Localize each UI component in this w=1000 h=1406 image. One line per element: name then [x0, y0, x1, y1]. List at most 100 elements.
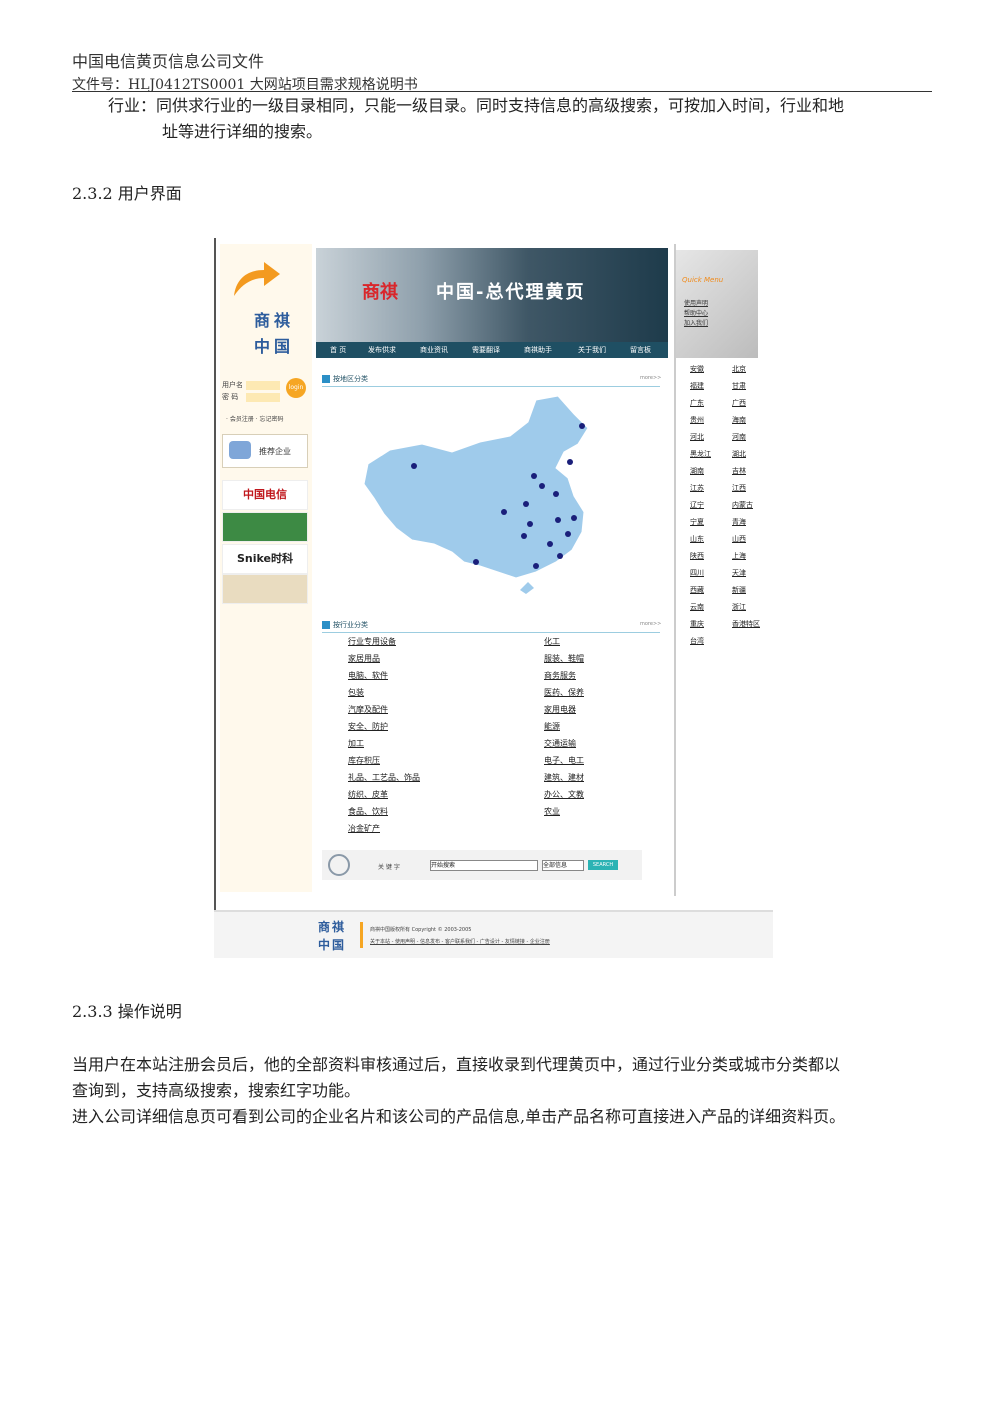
- nav-translation[interactable]: 需要翻译: [472, 345, 500, 355]
- logo-line-1: 商祺: [254, 311, 295, 330]
- sponsor-china-telecom[interactable]: 中国电信: [222, 480, 308, 510]
- province-link[interactable]: 江苏: [690, 483, 704, 493]
- nav-post-supply[interactable]: 发布供求: [368, 345, 396, 355]
- province-link[interactable]: 贵州: [690, 415, 704, 425]
- province-link[interactable]: 山东: [690, 534, 704, 544]
- site-logo[interactable]: 商祺 中国: [254, 308, 294, 360]
- password-input[interactable]: [246, 393, 280, 402]
- industry-link[interactable]: 包装: [348, 687, 364, 698]
- login-links[interactable]: · 会员注册 · 忘记密码: [226, 414, 284, 425]
- china-map[interactable]: [360, 394, 610, 594]
- province-link[interactable]: 宁夏: [690, 517, 704, 527]
- sponsor-emblem-logo[interactable]: [222, 574, 308, 604]
- province-link[interactable]: 浙江: [732, 602, 746, 612]
- province-link[interactable]: 陕西: [690, 551, 704, 561]
- quick-menu-title: Quick Menu: [682, 276, 724, 284]
- province-link[interactable]: 广东: [690, 398, 704, 408]
- search-button[interactable]: SEARCH: [588, 860, 618, 870]
- industry-link[interactable]: 加工: [348, 738, 364, 749]
- province-link[interactable]: 北京: [732, 364, 746, 374]
- industry-link[interactable]: 化工: [544, 636, 560, 647]
- industry-link[interactable]: 商务服务: [544, 670, 576, 681]
- province-link[interactable]: 香港特区: [732, 619, 760, 629]
- province-link[interactable]: 辽宁: [690, 500, 704, 510]
- province-link[interactable]: 西藏: [690, 585, 704, 595]
- industry-more-link[interactable]: more>>: [640, 621, 661, 627]
- province-link[interactable]: 湖南: [690, 466, 704, 476]
- industry-link[interactable]: 农业: [544, 806, 560, 817]
- industry-link[interactable]: 电子、电工: [544, 755, 584, 766]
- industry-link[interactable]: 交通运输: [544, 738, 576, 749]
- industry-link[interactable]: 办公、文教: [544, 789, 584, 800]
- province-link[interactable]: 河南: [732, 432, 746, 442]
- logo-line-2: 中国: [254, 337, 295, 356]
- province-link[interactable]: 吉林: [732, 466, 746, 476]
- province-link[interactable]: 福建: [690, 381, 704, 391]
- footer-logo-line-1: 商祺: [318, 920, 347, 934]
- nav-assistant[interactable]: 商祺助手: [524, 345, 552, 355]
- sponsor-snike[interactable]: Snike时科: [222, 544, 308, 574]
- province-link[interactable]: 海南: [732, 415, 746, 425]
- nav-home[interactable]: 首 页: [330, 345, 346, 355]
- industry-link[interactable]: 行业专用设备: [348, 636, 396, 647]
- industry-link[interactable]: 能源: [544, 721, 560, 732]
- footer-logo[interactable]: 商祺 中国: [318, 918, 346, 954]
- province-link[interactable]: 河北: [690, 432, 704, 442]
- industry-link[interactable]: 服装、鞋帽: [544, 653, 584, 664]
- industry-link[interactable]: 礼品、工艺品、饰品: [348, 772, 420, 783]
- industry-link[interactable]: 医药、保养: [544, 687, 584, 698]
- industry-link[interactable]: 库存积压: [348, 755, 380, 766]
- industry-link[interactable]: 家用电器: [544, 704, 576, 715]
- quick-menu: Quick Menu 使用声明 帮助中心 加入我们: [676, 250, 758, 358]
- province-link[interactable]: 广西: [732, 398, 746, 408]
- region-more-link[interactable]: more>>: [640, 375, 661, 381]
- login-button[interactable]: login: [286, 378, 306, 398]
- industry-link[interactable]: 纺织、皮革: [348, 789, 388, 800]
- industry-link[interactable]: 家居用品: [348, 653, 380, 664]
- search-type-select[interactable]: 全部信息: [542, 860, 584, 871]
- province-link[interactable]: 山西: [732, 534, 746, 544]
- province-link[interactable]: 天津: [732, 568, 746, 578]
- nav-about-us[interactable]: 关于我们: [578, 345, 606, 355]
- province-link[interactable]: 新疆: [732, 585, 746, 595]
- username-label: 用户名: [222, 381, 243, 389]
- industry-link[interactable]: 电脑、软件: [348, 670, 388, 681]
- province-link[interactable]: 四川: [690, 568, 704, 578]
- province-link[interactable]: 黑龙江: [690, 449, 711, 459]
- nav-guestbook[interactable]: 留言板: [630, 345, 651, 355]
- province-link[interactable]: 上海: [732, 551, 746, 561]
- left-column: 商祺 中国 用户名 密 码 login · 会员注册 · 忘记密码 推荐企业 中…: [220, 244, 313, 892]
- search-icon: [328, 854, 350, 876]
- province-link[interactable]: 台湾: [690, 636, 704, 646]
- logo-arrow-icon: [234, 262, 280, 296]
- province-link[interactable]: 内蒙古: [732, 500, 753, 510]
- banner-brand: 商祺: [362, 282, 398, 303]
- industry-section-icon: [322, 621, 330, 629]
- province-link[interactable]: 湖北: [732, 449, 746, 459]
- industry-link[interactable]: 汽摩及配件: [348, 704, 388, 715]
- recommend-icon: [229, 441, 251, 459]
- industry-link[interactable]: 安全、防护: [348, 721, 388, 732]
- province-link[interactable]: 云南: [690, 602, 704, 612]
- footer-copyright: 商祺中国版权所有 Copyright © 2003-2005: [370, 927, 472, 933]
- province-link[interactable]: 青海: [732, 517, 746, 527]
- province-link[interactable]: 重庆: [690, 619, 704, 629]
- username-input[interactable]: [246, 381, 280, 390]
- search-input[interactable]: 开始搜索: [430, 860, 538, 871]
- province-link[interactable]: 甘肃: [732, 381, 746, 391]
- industry-link[interactable]: 食品、饮料: [348, 806, 388, 817]
- footer-links[interactable]: 关于本站 - 使用声明 - 信息发布 - 客户联系我们 - 广告设计 - 友情链…: [370, 938, 550, 945]
- quick-menu-item[interactable]: 帮助中心: [684, 308, 708, 317]
- industry-link[interactable]: 建筑、建材: [544, 772, 584, 783]
- quick-menu-item[interactable]: 使用声明: [684, 298, 708, 307]
- quick-menu-item[interactable]: 加入我们: [684, 318, 708, 327]
- recommended-label: 推荐企业: [259, 447, 291, 456]
- nav-business-news[interactable]: 商业资讯: [420, 345, 448, 355]
- banner-slogan: 中国-总代理黄页: [436, 282, 586, 303]
- industry-link[interactable]: 冶金矿产: [348, 823, 380, 834]
- website-screenshot: 商祺 中国 用户名 密 码 login · 会员注册 · 忘记密码 推荐企业 中…: [214, 238, 773, 958]
- recommended-companies-box[interactable]: 推荐企业: [222, 434, 308, 468]
- province-link[interactable]: 江西: [732, 483, 746, 493]
- sponsor-globe-logo[interactable]: [222, 512, 308, 542]
- province-link[interactable]: 安徽: [690, 364, 704, 374]
